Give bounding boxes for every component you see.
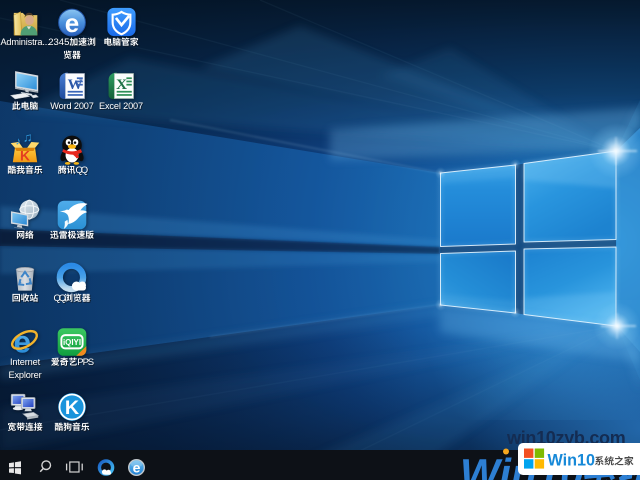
svg-text:Win10: Win10 [548, 452, 596, 470]
